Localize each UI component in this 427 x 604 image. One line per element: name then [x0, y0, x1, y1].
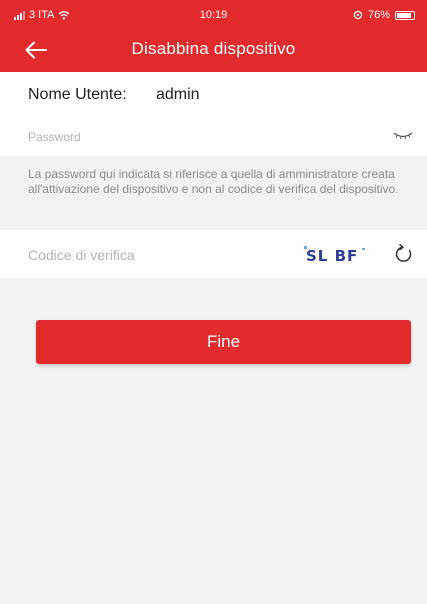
battery-percent: 76%	[367, 9, 390, 21]
orientation-lock-icon	[353, 10, 363, 20]
nav-bar: Disabbina dispositivo	[0, 28, 427, 72]
refresh-icon[interactable]	[393, 243, 415, 265]
username-row: Nome Utente: admin	[0, 72, 427, 119]
captcha-image[interactable]: SL BF	[300, 242, 370, 268]
verification-row: SL BF	[0, 230, 427, 278]
status-bar: 3 ITA 10:19 76%	[0, 0, 427, 28]
header: 3 ITA 10:19 76% Disabbina dispositivo	[0, 0, 427, 72]
status-right: 76%	[353, 9, 415, 21]
done-button[interactable]: Fine	[36, 320, 411, 364]
password-field[interactable]	[28, 126, 368, 148]
username-value: admin	[156, 86, 200, 103]
password-hint: La password qui indicata si riferisce a …	[28, 167, 399, 196]
password-row	[0, 118, 427, 156]
page-title: Disabbina dispositivo	[131, 39, 296, 58]
verification-code-field[interactable]	[28, 244, 268, 266]
battery-icon	[395, 10, 415, 20]
eye-closed-icon[interactable]	[393, 131, 413, 141]
app-screen: 3 ITA 10:19 76% Disabbina dispositivo No…	[0, 0, 427, 604]
captcha-text: SL BF	[306, 247, 359, 265]
username-label: Nome Utente:	[28, 86, 127, 103]
